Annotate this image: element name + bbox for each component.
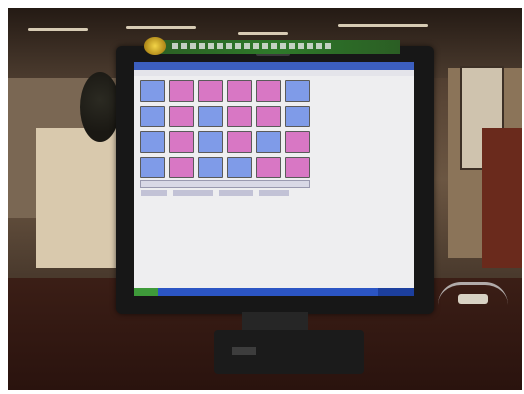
status-bar (140, 180, 310, 196)
ceiling-light (238, 32, 288, 35)
menu-tile-button[interactable] (140, 156, 165, 178)
menu-tile-button[interactable] (140, 131, 165, 153)
status-segment (259, 190, 289, 196)
red-cabinet (482, 128, 522, 268)
ceiling-light (28, 28, 88, 31)
menu-tile-button[interactable] (198, 156, 223, 178)
menu-tile-button[interactable] (140, 105, 165, 127)
menu-tile-button[interactable] (198, 105, 223, 127)
menu-tile-button[interactable] (198, 80, 223, 102)
menu-tile-button[interactable] (256, 105, 281, 127)
menu-tile-button[interactable] (198, 131, 223, 153)
menu-tile-button[interactable] (227, 80, 252, 102)
menu-tile-button[interactable] (285, 131, 310, 153)
pillar (36, 128, 126, 268)
menu-tile-button[interactable] (227, 105, 252, 127)
photo-frame (0, 0, 524, 394)
button-grid (140, 80, 310, 178)
plug (458, 294, 488, 304)
menu-tile-button[interactable] (285, 156, 310, 178)
window-titlebar (134, 62, 414, 70)
status-segment (173, 190, 213, 196)
window-menubar (134, 70, 414, 76)
banner-text (172, 43, 332, 49)
menu-tile-button[interactable] (169, 105, 194, 127)
screen (134, 62, 414, 296)
emblem-icon (144, 37, 166, 55)
menu-tile-button[interactable] (169, 156, 194, 178)
status-segment (219, 190, 253, 196)
menu-tile-button[interactable] (140, 80, 165, 102)
ceiling-light (126, 26, 196, 29)
status-segment (141, 190, 167, 196)
system-tray (378, 288, 414, 296)
menu-tile-button[interactable] (256, 156, 281, 178)
plant-sculpture (80, 72, 120, 142)
menu-tile-button[interactable] (169, 131, 194, 153)
taskbar (134, 288, 414, 296)
ceiling-light (338, 24, 428, 27)
start-button[interactable] (134, 288, 158, 296)
menu-tile-button[interactable] (256, 80, 281, 102)
menu-tile-button[interactable] (285, 105, 310, 127)
menu-tile-button[interactable] (285, 80, 310, 102)
menu-tile-button[interactable] (256, 131, 281, 153)
stand-label (232, 347, 256, 355)
menu-tile-button[interactable] (227, 156, 252, 178)
menu-tile-button[interactable] (227, 131, 252, 153)
menu-tile-button[interactable] (169, 80, 194, 102)
